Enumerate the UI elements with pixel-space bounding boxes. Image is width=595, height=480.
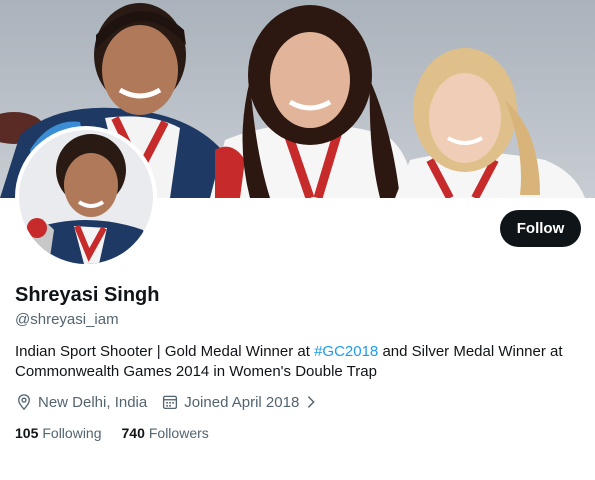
following-label: Following (42, 425, 102, 441)
follow-button[interactable]: Follow (500, 210, 581, 247)
followers-link[interactable]: 740 Followers (122, 425, 209, 441)
profile-meta: New Delhi, India Joined April 2018 (15, 393, 319, 411)
calendar-icon (163, 395, 178, 410)
profile-stats: 105 Following 740 Followers (15, 425, 209, 441)
profile-bio: Indian Sport Shooter | Gold Medal Winner… (15, 342, 585, 382)
location-pin-icon (18, 394, 30, 411)
profile-name: Shreyasi Singh (15, 284, 160, 306)
bio-text: Indian Sport Shooter | Gold Medal Winner… (15, 343, 315, 360)
followers-count: 740 (121, 425, 145, 441)
location-text: New Delhi, India (38, 393, 148, 411)
joined-text: Joined April 2018 (184, 393, 300, 411)
location-item: New Delhi, India (15, 393, 147, 411)
following-link[interactable]: 105 Following (15, 425, 102, 441)
avatar-ring (15, 126, 157, 268)
avatar[interactable] (19, 130, 153, 264)
chevron-right-icon (308, 396, 316, 408)
joined-item[interactable]: Joined April 2018 (161, 393, 319, 411)
followers-label: Followers (148, 425, 209, 441)
profile-handle: @shreyasi_iam (15, 311, 119, 328)
bio-hashtag-link[interactable]: #GC2018 (314, 343, 378, 360)
following-count: 105 (15, 425, 39, 441)
